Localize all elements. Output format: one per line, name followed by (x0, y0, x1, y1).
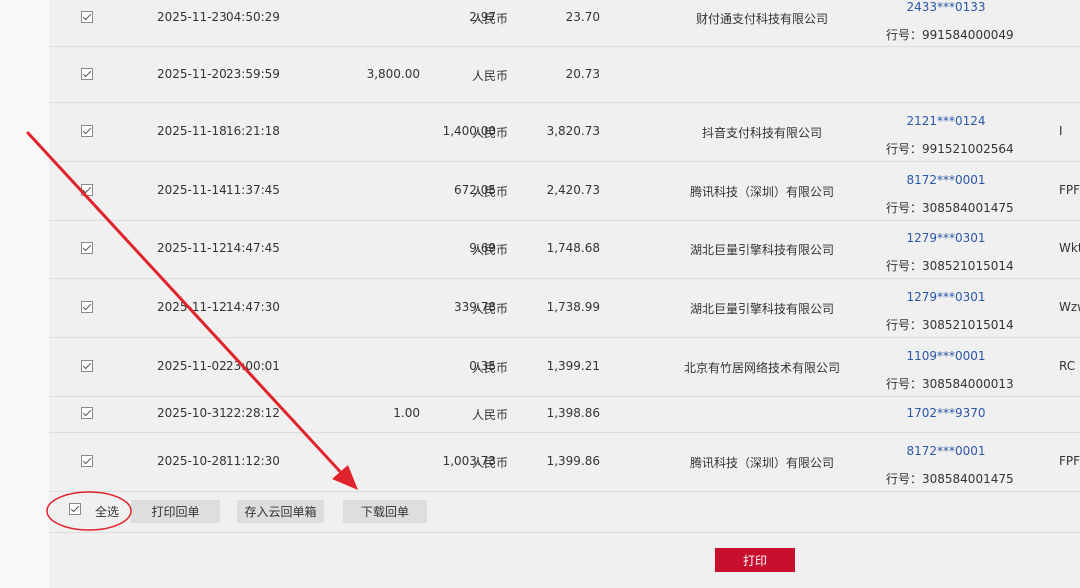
account-link[interactable]: 2121***0124 (886, 114, 1006, 128)
credit-cell: 1.00 (393, 406, 420, 420)
balance-cell: 3,820.73 (546, 124, 600, 138)
account-link[interactable]: 2433***0133 (886, 0, 1006, 14)
date-cell: 2025-11-23 (157, 10, 227, 24)
date-cell: 2025-11-18 (157, 124, 227, 138)
account-link[interactable]: 1109***0001 (886, 349, 1006, 363)
row-checkbox[interactable] (81, 407, 93, 419)
table-row: 2025-11-02 23:00:01 0.35 人民币 1,399.21 北京… (49, 338, 1080, 397)
bank-code: 行号：308521015014 (886, 318, 1014, 332)
currency-cell: 人民币 (472, 408, 509, 422)
time-cell: 23:00:01 (226, 359, 280, 373)
currency-cell: 人民币 (472, 361, 509, 375)
row-checkbox[interactable] (81, 184, 93, 196)
time-cell: 11:12:30 (226, 454, 280, 468)
credit-cell: 3,800.00 (366, 67, 420, 81)
row-checkbox[interactable] (81, 125, 93, 137)
time-cell: 04:50:29 (226, 10, 280, 24)
table-row: 2025-11-20 23:59:59 3,800.00 人民币 20.73 (49, 47, 1080, 103)
row-checkbox[interactable] (81, 68, 93, 80)
row-checkbox[interactable] (81, 242, 93, 254)
account-link[interactable]: 1279***0301 (886, 290, 1006, 304)
currency-cell: 人民币 (472, 185, 509, 199)
counterparty-cell: 湖北巨量引擎科技有限公司 (689, 302, 834, 316)
row-checkbox[interactable] (81, 11, 93, 23)
bank-code: 行号：991521002564 (886, 142, 1014, 156)
currency-cell: 人民币 (472, 456, 509, 470)
download-receipt-button[interactable]: 下载回单 (343, 500, 427, 523)
note-cell: Wzw (1059, 300, 1080, 314)
row-checkbox[interactable] (81, 455, 93, 467)
footer-divider (49, 532, 1080, 533)
currency-cell: 人民币 (472, 69, 509, 83)
counterparty-cell: 湖北巨量引擎科技有限公司 (689, 243, 834, 257)
date-cell: 2025-11-12 (157, 300, 227, 314)
counterparty-cell: 财付通支付科技有限公司 (695, 12, 828, 26)
balance-cell: 1,398.86 (546, 406, 600, 420)
counterparty-cell: 腾讯科技（深圳）有限公司 (689, 185, 834, 199)
balance-cell: 20.73 (565, 67, 600, 81)
table-row: 2025-11-12 14:47:30 339.78 人民币 1,738.99 … (49, 279, 1080, 338)
time-cell: 14:47:30 (226, 300, 280, 314)
date-cell: 2025-10-28 (157, 454, 227, 468)
table-row: 2025-11-14 11:37:45 672.05 人民币 2,420.73 … (49, 162, 1080, 221)
note-cell: FPF (1059, 454, 1080, 468)
row-checkbox[interactable] (81, 360, 93, 372)
note-cell: Wkt (1059, 241, 1080, 255)
date-cell: 2025-10-31 (157, 406, 227, 420)
balance-cell: 23.70 (565, 10, 600, 24)
time-cell: 22:28:12 (226, 406, 280, 420)
note-cell: FPF (1059, 183, 1080, 197)
account-link[interactable]: 8172***0001 (886, 173, 1006, 187)
table-row: 2025-10-28 11:12:30 1,003.73 人民币 1,399.8… (49, 433, 1080, 492)
transaction-panel: 2025-11-23 04:50:29 2.97 人民币 23.70 财付通支付… (49, 0, 1080, 588)
time-cell: 11:37:45 (226, 183, 280, 197)
account-link[interactable]: 1702***9370 (886, 406, 1006, 420)
balance-cell: 1,748.68 (546, 241, 600, 255)
bank-code: 行号：308584001475 (886, 201, 1014, 215)
balance-cell: 2,420.73 (546, 183, 600, 197)
time-cell: 14:47:45 (226, 241, 280, 255)
date-cell: 2025-11-20 (157, 67, 227, 81)
balance-cell: 1,399.21 (546, 359, 600, 373)
table-row: 2025-11-18 16:21:18 1,400.00 人民币 3,820.7… (49, 103, 1080, 162)
print-button[interactable]: 打印 (715, 548, 795, 572)
left-gutter (0, 0, 49, 588)
row-checkbox[interactable] (81, 301, 93, 313)
date-cell: 2025-11-12 (157, 241, 227, 255)
select-all-label[interactable]: 全选 (95, 503, 119, 520)
counterparty-cell: 抖音支付科技有限公司 (701, 126, 822, 140)
currency-cell: 人民币 (472, 302, 509, 316)
save-cloud-receipt-button[interactable]: 存入云回单箱 (237, 500, 324, 523)
currency-cell: 人民币 (472, 126, 509, 140)
table-row: 2025-11-12 14:47:45 9.69 人民币 1,748.68 湖北… (49, 221, 1080, 279)
time-cell: 23:59:59 (226, 67, 280, 81)
bank-code: 行号：308584001475 (886, 472, 1014, 486)
date-cell: 2025-11-02 (157, 359, 227, 373)
time-cell: 16:21:18 (226, 124, 280, 138)
account-link[interactable]: 1279***0301 (886, 231, 1006, 245)
counterparty-cell: 腾讯科技（深圳）有限公司 (689, 456, 834, 470)
currency-cell: 人民币 (472, 243, 509, 257)
counterparty-cell: 北京有竹居网络技术有限公司 (683, 361, 840, 375)
print-receipt-button[interactable]: 打印回单 (131, 500, 220, 523)
balance-cell: 1,399.86 (546, 454, 600, 468)
note-cell: I (1059, 124, 1063, 138)
table-row: 2025-11-23 04:50:29 2.97 人民币 23.70 财付通支付… (49, 0, 1080, 47)
bank-code: 行号：308521015014 (886, 259, 1014, 273)
select-all-checkbox[interactable] (69, 503, 81, 515)
bank-code: 行号：991584000049 (886, 28, 1014, 42)
table-row: 2025-10-31 22:28:12 1.00 人民币 1,398.86 17… (49, 397, 1080, 433)
date-cell: 2025-11-14 (157, 183, 227, 197)
account-link[interactable]: 8172***0001 (886, 444, 1006, 458)
currency-cell: 人民币 (472, 12, 509, 26)
bank-code: 行号：308584000013 (886, 377, 1014, 391)
note-cell: RC (1059, 359, 1076, 373)
balance-cell: 1,738.99 (546, 300, 600, 314)
